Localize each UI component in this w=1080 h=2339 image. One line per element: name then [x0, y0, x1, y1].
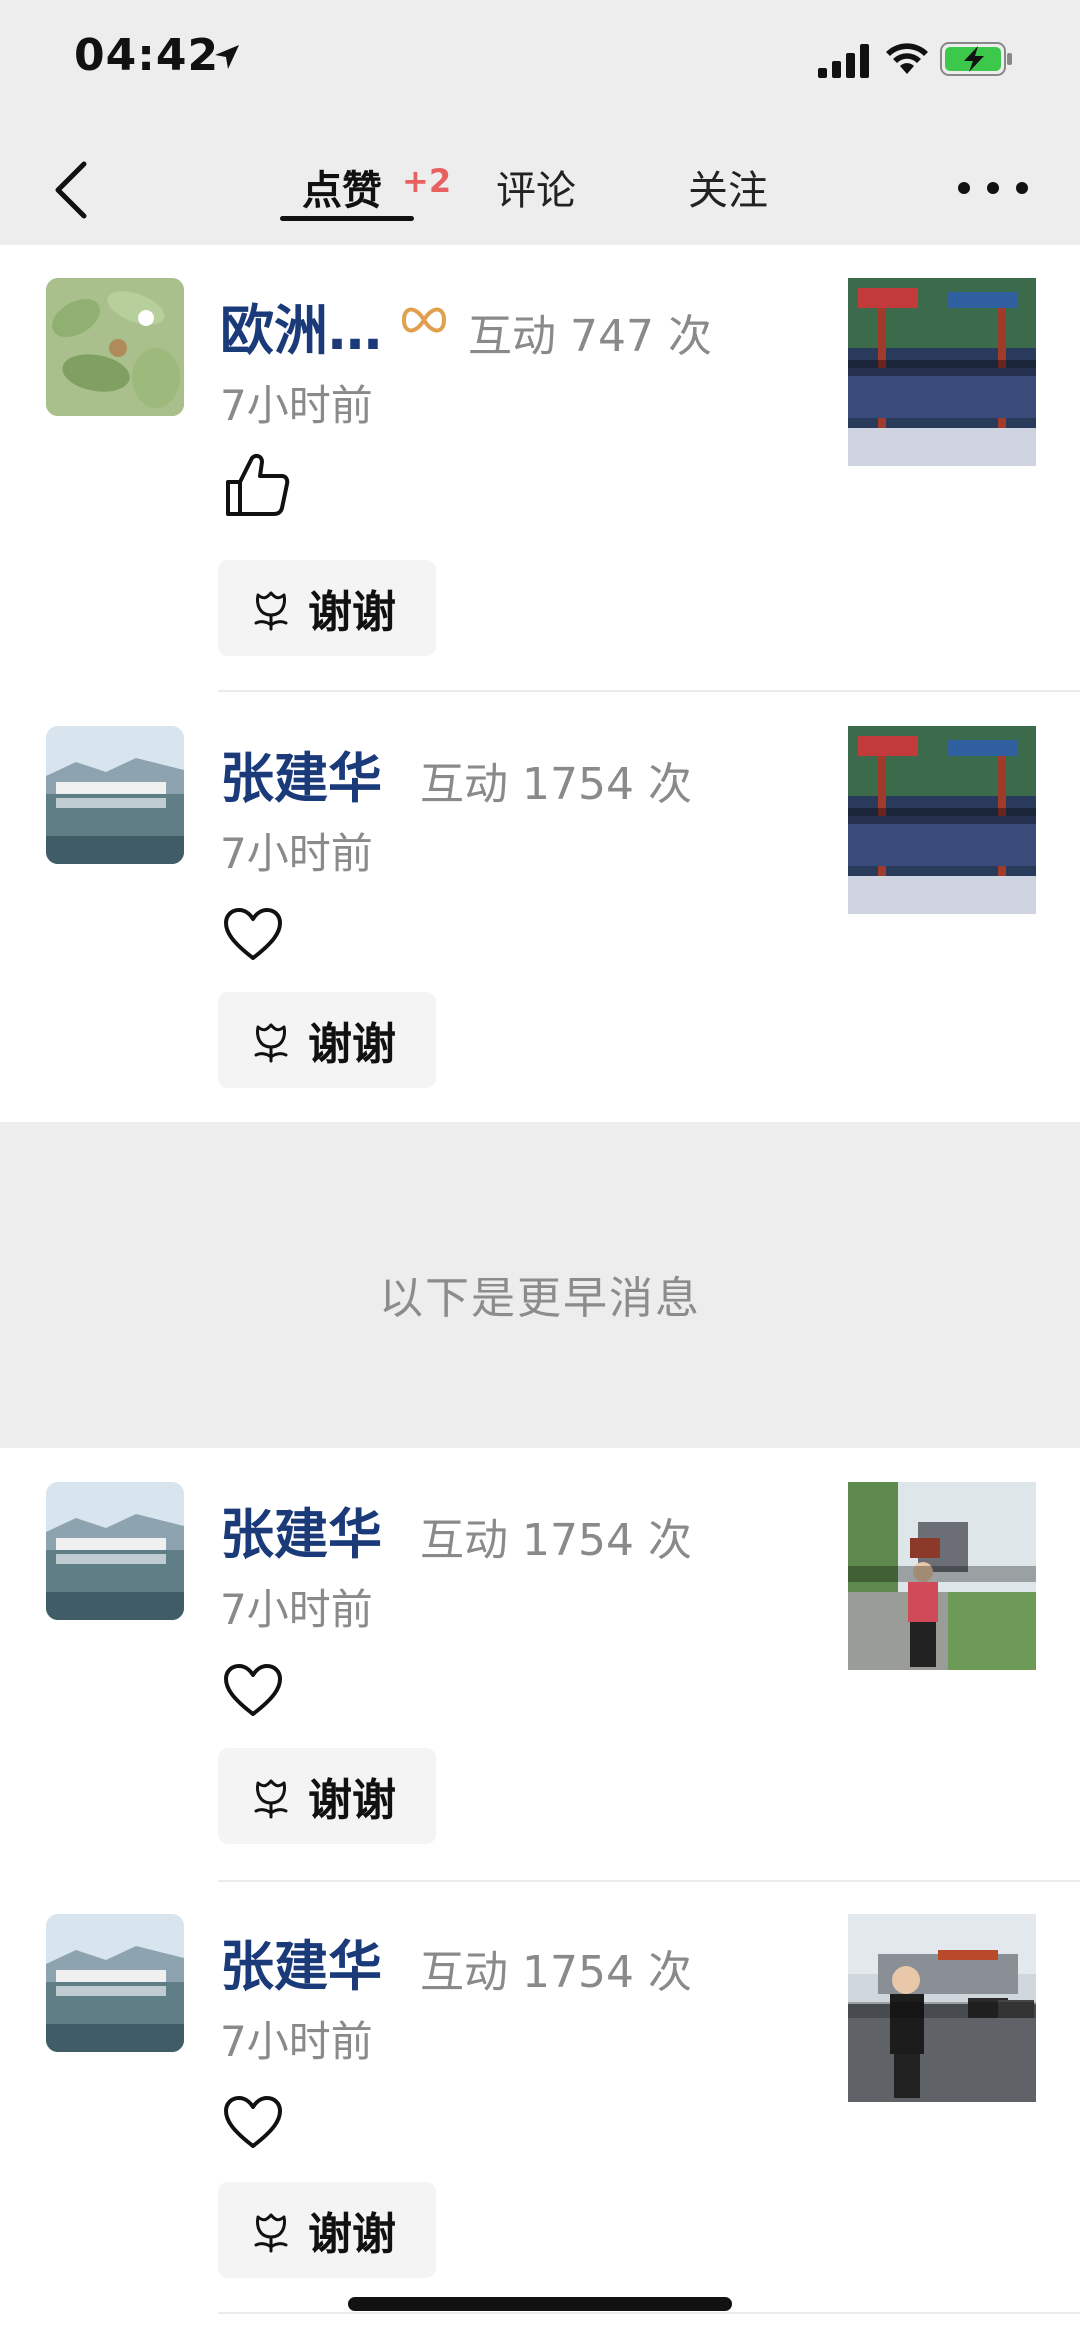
user-name[interactable]: 张建华: [220, 734, 382, 813]
cellular-signal-icon: [818, 44, 869, 78]
flower-icon: [254, 1779, 288, 1819]
interaction-count: 互动 1754 次: [420, 1947, 692, 1998]
list-item[interactable]: 欧洲… 互动 747 次 7小时前 谢谢: [0, 278, 1080, 692]
nav-bar: 点赞 +2 评论 关注: [0, 130, 1080, 245]
thanks-button[interactable]: 谢谢: [218, 1748, 436, 1844]
interaction-count: 互动 1754 次: [420, 759, 692, 810]
thanks-button[interactable]: 谢谢: [218, 992, 436, 1088]
list-item[interactable]: 张建华 互动 1754 次 7小时前 谢谢: [0, 1482, 1080, 1882]
user-name[interactable]: 欧洲…: [220, 286, 382, 365]
interaction-count: 互动 747 次: [468, 311, 712, 362]
item-divider: [218, 1880, 1080, 1882]
thanks-button[interactable]: 谢谢: [218, 2182, 436, 2278]
more-dot: [987, 182, 999, 194]
item-divider: [218, 2312, 1080, 2314]
thumbs-up-icon: [226, 453, 290, 516]
battery-charging-icon: [940, 42, 1012, 76]
tab-active-underline: [280, 216, 414, 221]
tab-comments[interactable]: 评论: [496, 158, 576, 216]
tab-likes-badge: +2: [402, 162, 452, 200]
tab-likes[interactable]: 点赞: [302, 158, 382, 216]
back-button[interactable]: [40, 150, 100, 230]
post-thumbnail[interactable]: [848, 278, 1036, 466]
heart-icon: [224, 2096, 282, 2148]
earlier-messages-text: 以下是更早消息: [379, 1273, 701, 1324]
item-divider: [218, 690, 1080, 692]
avatar[interactable]: [46, 278, 184, 416]
post-thumbnail[interactable]: [848, 1914, 1036, 2102]
thanks-label: 谢谢: [308, 1019, 396, 1070]
home-indicator: [348, 2297, 732, 2311]
thanks-button[interactable]: 谢谢: [218, 560, 436, 656]
avatar[interactable]: [46, 1482, 184, 1620]
thanks-label: 谢谢: [308, 2209, 396, 2260]
user-name[interactable]: 张建华: [220, 1922, 382, 2001]
chevron-left-icon: [55, 161, 87, 219]
user-name[interactable]: 张建华: [220, 1490, 382, 1569]
interaction-count: 互动 1754 次: [420, 1515, 692, 1566]
flower-icon: [254, 591, 288, 631]
location-arrow-icon: [215, 45, 239, 69]
post-thumbnail[interactable]: [848, 1482, 1036, 1670]
timestamp: 7小时前: [220, 2017, 373, 2066]
list-item[interactable]: 张建华 互动 1754 次 7小时前 谢谢: [0, 726, 1080, 1122]
list-item[interactable]: 张建华 互动 1754 次 7小时前 谢谢: [0, 1914, 1080, 2314]
heart-icon: [224, 908, 282, 960]
heart-icon: [224, 1664, 282, 1716]
thanks-label: 谢谢: [308, 1775, 396, 1826]
wifi-icon: [886, 43, 928, 74]
timestamp: 7小时前: [220, 1585, 373, 1634]
status-bar: 04:42: [0, 0, 1080, 130]
flower-icon: [254, 2213, 288, 2253]
more-dot: [1016, 182, 1028, 194]
avatar[interactable]: [46, 726, 184, 864]
vip-badge-icon: [401, 307, 447, 333]
thanks-label: 谢谢: [308, 587, 396, 638]
avatar[interactable]: [46, 1914, 184, 2052]
post-thumbnail[interactable]: [848, 726, 1036, 914]
flower-icon: [254, 1023, 288, 1063]
status-time: 04:42: [74, 30, 220, 81]
timestamp: 7小时前: [220, 829, 373, 878]
tab-follow[interactable]: 关注: [688, 158, 768, 216]
more-options-button[interactable]: [958, 168, 1028, 208]
more-dot: [958, 182, 970, 194]
timestamp: 7小时前: [220, 381, 373, 430]
earlier-messages-separator: 以下是更早消息: [0, 1122, 1080, 1448]
